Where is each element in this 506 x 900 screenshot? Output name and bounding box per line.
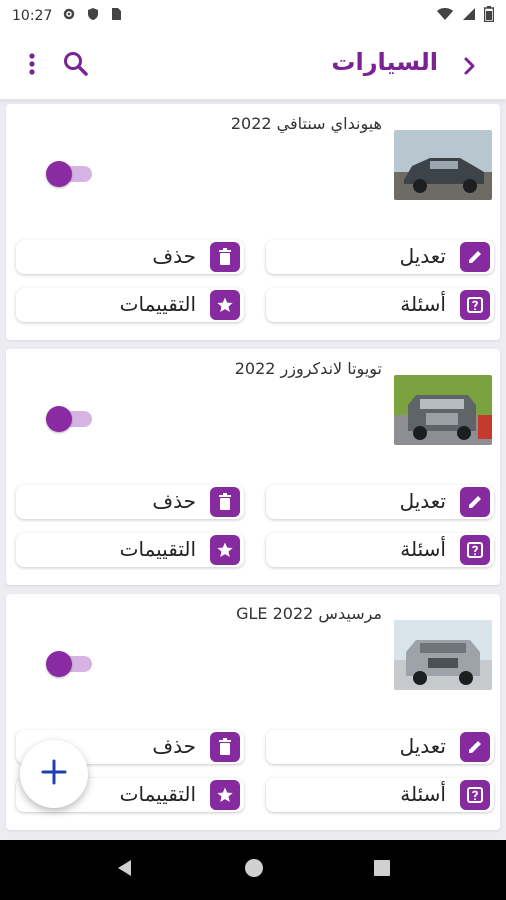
car-image [394, 375, 492, 445]
car-title: تويوتا لاندكروزر 2022 [234, 359, 382, 378]
car-active-toggle[interactable] [46, 651, 92, 677]
pencil-icon [460, 732, 490, 762]
pencil-icon [460, 242, 490, 272]
wifi-icon [436, 7, 454, 25]
delete-button-label: حذف [152, 734, 196, 758]
battery-icon [483, 6, 495, 26]
edit-button[interactable]: تعديل [266, 240, 494, 274]
questions-button-label: أسئلة [400, 782, 446, 806]
back-chevron-icon[interactable] [456, 52, 484, 80]
shield-status-icon [86, 7, 100, 25]
questions-button[interactable]: أسئلة [266, 778, 494, 812]
car-title: هيونداي سنتافي 2022 [230, 114, 382, 133]
questions-button-label: أسئلة [400, 537, 446, 561]
question-icon [460, 780, 490, 810]
car-card[interactable]: تويوتا لاندكروزر 2022 تعديل حذف أسئلة ال… [6, 349, 500, 585]
status-time: 10:27 [12, 8, 53, 24]
add-car-button[interactable] [20, 740, 88, 808]
nav-back-icon[interactable] [115, 858, 135, 882]
ratings-button-label: التقييمات [119, 537, 196, 561]
app-bar: السيارات [0, 32, 506, 100]
car-active-toggle[interactable] [46, 161, 92, 187]
page-title: السيارات [331, 48, 438, 76]
question-icon [460, 290, 490, 320]
status-bar: 10:27 [0, 0, 506, 32]
edit-button-label: تعديل [399, 244, 446, 268]
delete-button[interactable]: حذف [16, 485, 244, 519]
search-icon[interactable] [62, 50, 90, 78]
sim-card-status-icon [110, 7, 122, 25]
question-icon [460, 535, 490, 565]
star-icon [210, 290, 240, 320]
car-image [394, 620, 492, 690]
edit-button-label: تعديل [399, 489, 446, 513]
star-icon [210, 535, 240, 565]
car-active-toggle[interactable] [46, 406, 92, 432]
plus-icon [40, 758, 68, 790]
car-image [394, 130, 492, 200]
ratings-button[interactable]: التقييمات [16, 288, 244, 322]
nav-recents-icon[interactable] [373, 859, 391, 881]
settings-status-icon [62, 7, 76, 25]
questions-button-label: أسئلة [400, 292, 446, 316]
questions-button[interactable]: أسئلة [266, 288, 494, 322]
edit-button[interactable]: تعديل [266, 730, 494, 764]
trash-icon [210, 487, 240, 517]
ratings-button-label: التقييمات [119, 292, 196, 316]
car-list: هيونداي سنتافي 2022 تعديل حذف أسئلة التق… [0, 100, 506, 840]
questions-button[interactable]: أسئلة [266, 533, 494, 567]
delete-button-label: حذف [152, 244, 196, 268]
signal-icon [462, 7, 476, 25]
ratings-button-label: التقييمات [119, 782, 196, 806]
delete-button-label: حذف [152, 489, 196, 513]
star-icon [210, 780, 240, 810]
pencil-icon [460, 487, 490, 517]
more-options-icon[interactable] [20, 50, 44, 78]
edit-button-label: تعديل [399, 734, 446, 758]
nav-home-icon[interactable] [244, 858, 264, 882]
edit-button[interactable]: تعديل [266, 485, 494, 519]
car-title: مرسيدس GLE 2022 [236, 604, 382, 623]
trash-icon [210, 242, 240, 272]
trash-icon [210, 732, 240, 762]
car-card[interactable]: هيونداي سنتافي 2022 تعديل حذف أسئلة التق… [6, 104, 500, 340]
system-navigation-bar [0, 840, 506, 900]
delete-button[interactable]: حذف [16, 240, 244, 274]
ratings-button[interactable]: التقييمات [16, 533, 244, 567]
